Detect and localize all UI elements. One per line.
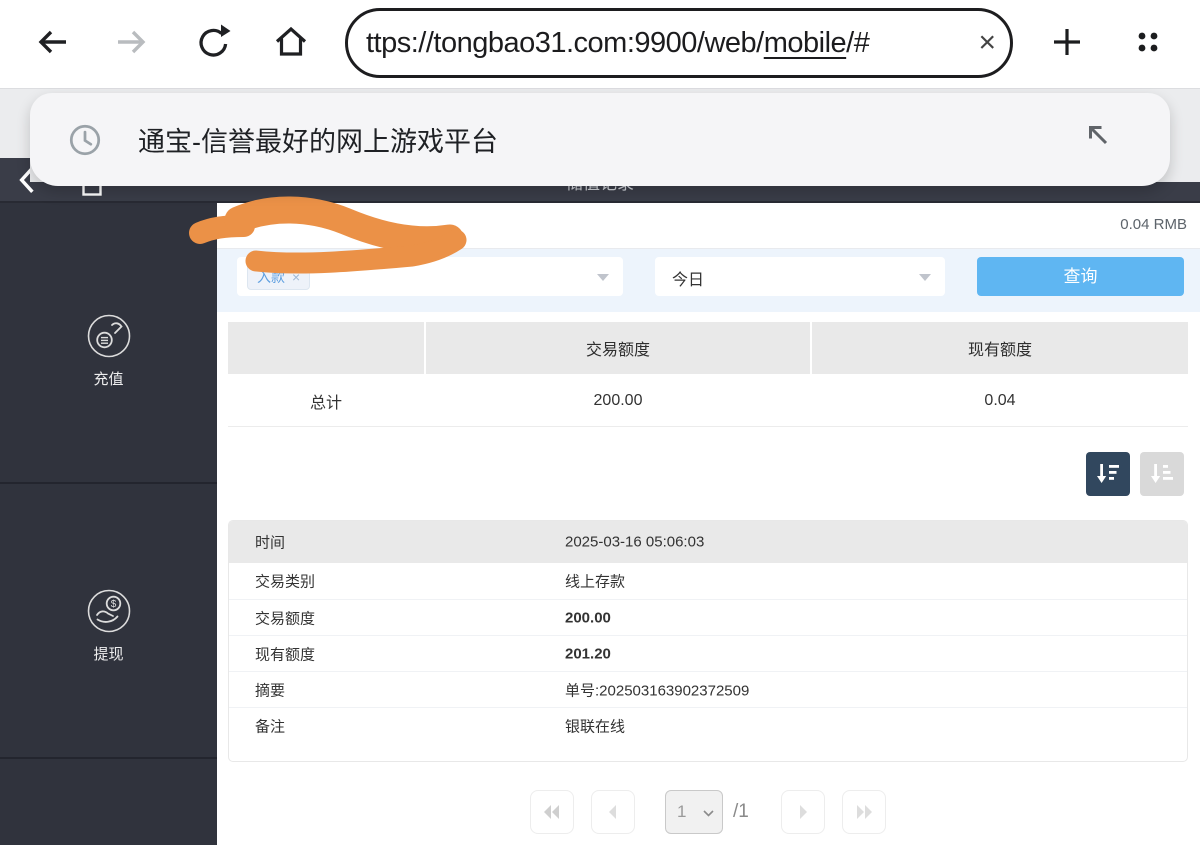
- detail-value: 201.20: [565, 645, 611, 662]
- sidebar: 充值 $ 提现: [0, 203, 217, 845]
- date-range-value: 今日: [672, 266, 704, 290]
- detail-row: 时间 2025-03-16 05:06:03: [229, 521, 1187, 563]
- browser-home-button[interactable]: [271, 22, 311, 62]
- total-label: 总计: [228, 376, 424, 426]
- browser-refresh-button[interactable]: [192, 22, 232, 62]
- detail-value: 单号:202503163902372509: [565, 679, 749, 700]
- header-cell-amount: 交易额度: [426, 322, 810, 374]
- recharge-icon: [86, 313, 132, 359]
- sidebar-divider: [0, 757, 217, 759]
- total-balance: 0.04: [812, 376, 1188, 426]
- double-right-icon: [852, 800, 876, 824]
- detail-value: 200.00: [565, 609, 611, 626]
- tag-label: 入款: [257, 267, 285, 287]
- history-clock-icon: [66, 121, 104, 159]
- new-tab-button[interactable]: [1047, 22, 1087, 62]
- chevron-down-icon: [919, 274, 931, 281]
- history-suggestion[interactable]: 通宝-信誉最好的网上游戏平台: [30, 93, 1170, 186]
- prev-page-button[interactable]: [591, 790, 635, 834]
- date-range-select[interactable]: 今日: [655, 257, 945, 296]
- url-bar[interactable]: ttps://tongbao31.com:9900/web/mobile/# ×: [345, 8, 1013, 78]
- page-number: 1: [677, 802, 686, 822]
- first-page-button[interactable]: [530, 790, 574, 834]
- svg-text:$: $: [110, 599, 116, 610]
- detail-label: 交易类别: [255, 571, 315, 592]
- summary-table-row: 总计 200.00 0.04: [228, 376, 1188, 427]
- detail-value: 银联在线: [565, 715, 625, 736]
- detail-value: 2025-03-16 05:06:03: [565, 534, 704, 551]
- detail-label: 现有额度: [255, 643, 315, 664]
- sort-descending-button[interactable]: [1086, 452, 1130, 496]
- withdraw-icon: $: [86, 588, 132, 634]
- filter-bar: 入款 × 今日 查询: [217, 249, 1200, 312]
- insert-suggestion-arrow-icon[interactable]: [1082, 119, 1112, 154]
- balance-band: 0.04 RMB: [217, 203, 1200, 249]
- search-button[interactable]: 查询: [977, 257, 1184, 296]
- browser-forward-button[interactable]: [112, 22, 152, 62]
- page-total: /1: [733, 790, 749, 834]
- detail-value: 线上存款: [565, 571, 625, 592]
- summary-table: 交易额度 现有额度 总计 200.00 0.04: [228, 322, 1188, 427]
- sidebar-item-withdraw[interactable]: $ 提现: [0, 588, 217, 664]
- main-content: 0.04 RMB 入款 × 今日 查询 交易额度 现有额度: [217, 203, 1200, 845]
- tag-remove-icon[interactable]: ×: [292, 269, 300, 285]
- sort-ascending-icon: [1149, 461, 1175, 487]
- chevron-down-icon: [703, 810, 714, 817]
- detail-row: 交易类别 线上存款: [229, 563, 1187, 599]
- suggestion-text: 通宝-信誉最好的网上游戏平台: [138, 120, 498, 159]
- detail-row: 备注 银联在线: [229, 707, 1187, 743]
- header-cell-empty: [228, 322, 424, 374]
- last-page-button[interactable]: [842, 790, 886, 834]
- sidebar-divider: [0, 482, 217, 484]
- pagination: 1 /1: [217, 790, 1200, 834]
- next-page-button[interactable]: [781, 790, 825, 834]
- double-left-icon: [540, 800, 564, 824]
- browser-toolbar: ttps://tongbao31.com:9900/web/mobile/# ×: [0, 0, 1200, 88]
- sidebar-item-recharge[interactable]: 充值: [0, 313, 217, 389]
- summary-table-header: 交易额度 现有额度: [228, 322, 1188, 374]
- sort-descending-icon: [1095, 461, 1121, 487]
- browser-back-button[interactable]: [32, 22, 72, 62]
- header-cell-balance: 现有额度: [812, 322, 1188, 374]
- transaction-detail-card: 时间 2025-03-16 05:06:03 交易类别 线上存款 交易额度 20…: [228, 520, 1188, 762]
- screen: 储值记录 充值 $ 提现: [0, 0, 1200, 845]
- browser-menu-button[interactable]: [1128, 22, 1168, 62]
- four-dots-icon: [1130, 24, 1166, 60]
- detail-label: 时间: [255, 532, 285, 553]
- detail-label: 摘要: [255, 679, 285, 700]
- sidebar-item-label: 提现: [0, 643, 217, 664]
- right-icon: [791, 800, 815, 824]
- clear-url-icon[interactable]: ×: [978, 28, 996, 58]
- sort-ascending-button[interactable]: [1140, 452, 1184, 496]
- balance-amount: 0.04 RMB: [1120, 216, 1187, 233]
- detail-row: 交易额度 200.00: [229, 599, 1187, 635]
- selected-type-tag: 入款 ×: [247, 263, 310, 290]
- page-number-select[interactable]: 1: [665, 790, 723, 834]
- left-icon: [601, 800, 625, 824]
- sidebar-item-label: 充值: [0, 368, 217, 389]
- detail-label: 备注: [255, 715, 285, 736]
- detail-row: 现有额度 201.20: [229, 635, 1187, 671]
- total-amount: 200.00: [426, 376, 810, 426]
- detail-label: 交易额度: [255, 607, 315, 628]
- transaction-type-select[interactable]: 入款 ×: [237, 257, 623, 296]
- chevron-down-icon: [597, 274, 609, 281]
- url-text: ttps://tongbao31.com:9900/web/mobile/#: [366, 27, 869, 60]
- detail-row: 摘要 单号:202503163902372509: [229, 671, 1187, 707]
